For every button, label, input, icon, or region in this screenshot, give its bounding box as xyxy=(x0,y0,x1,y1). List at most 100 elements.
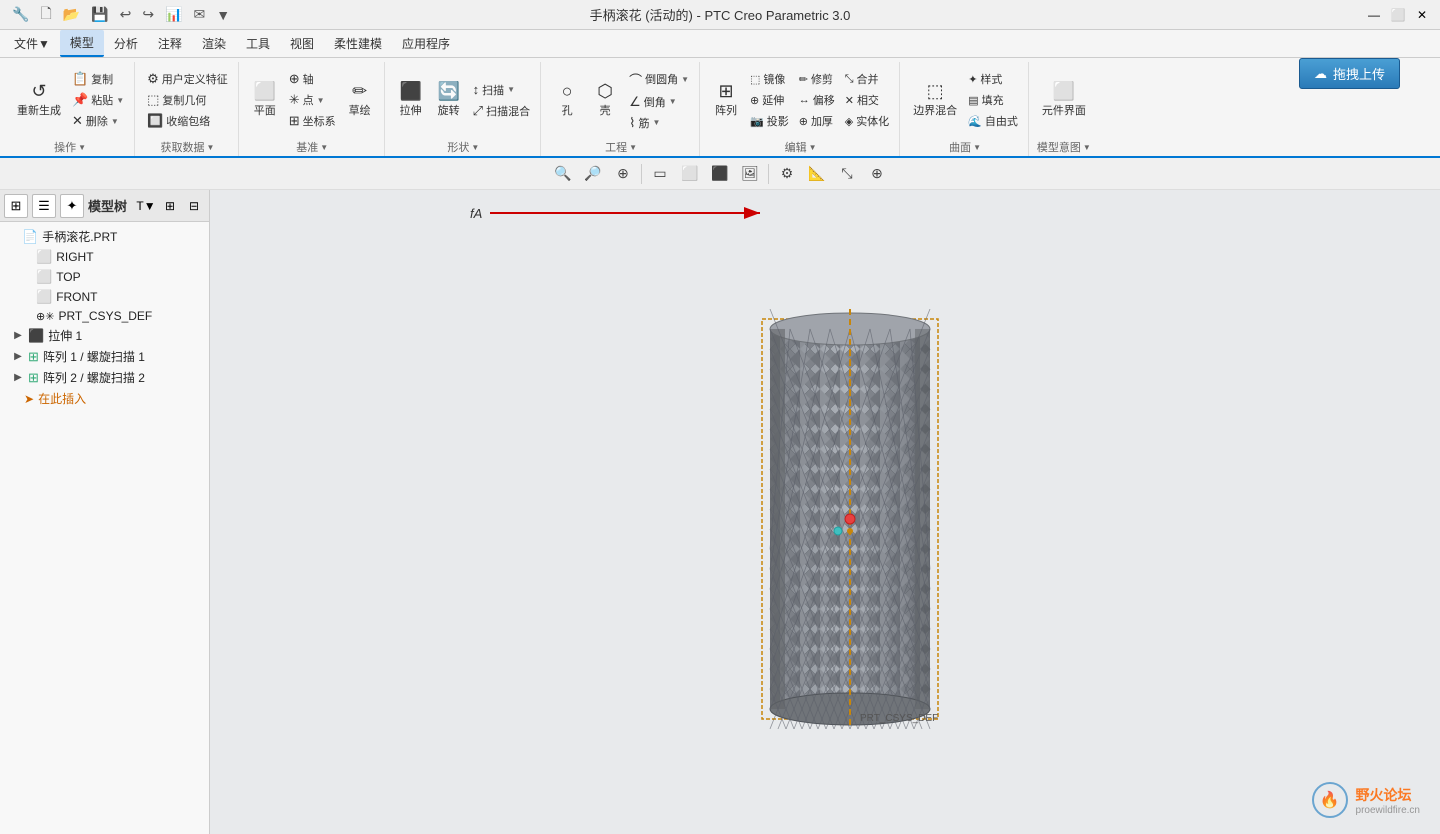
btn-boundary-blend[interactable]: ⬚ 边界混合 xyxy=(908,79,962,121)
btn-paste[interactable]: 📌粘贴▼ xyxy=(68,90,128,110)
new-btn[interactable]: 🗋 xyxy=(36,1,55,29)
panel-view-btn[interactable]: ⊞ xyxy=(159,195,181,217)
close-btn[interactable]: ✕ xyxy=(1412,5,1432,25)
minimize-btn[interactable]: — xyxy=(1364,5,1384,25)
tree-expand-pattern1[interactable]: ▶ xyxy=(12,351,24,362)
tree-item-csys[interactable]: ⊕✳ PRT_CSYS_DEF xyxy=(0,307,209,325)
btn-view-wire[interactable]: 🖼 xyxy=(736,162,764,186)
tree-item-extrude1[interactable]: ▶ ⬛ 拉伸 1 xyxy=(0,325,209,346)
btn-pattern[interactable]: ⊞ 阵列 xyxy=(708,79,744,121)
panel-tab-grid[interactable]: ⊞ xyxy=(4,194,28,218)
btn-sweep-blend[interactable]: ⤢扫描混合 xyxy=(469,101,534,121)
copy-geo-icon: ⬚ xyxy=(147,92,159,108)
btn-view-shade[interactable]: ⬛ xyxy=(706,162,734,186)
btn-extend[interactable]: ⊕延伸 xyxy=(746,90,793,110)
btn-axis[interactable]: ⊕轴 xyxy=(285,69,340,89)
btn-hole[interactable]: ○ 孔 xyxy=(549,79,585,121)
maximize-btn[interactable]: ⬜ xyxy=(1388,5,1408,25)
hole-icon: ○ xyxy=(562,82,573,100)
ribbon-group-getdata-content: ⚙用户定义特征 ⬚复制几何 🔲收缩包络 xyxy=(143,62,232,138)
menu-bar: 文件▼ 模型 分析 注释 渲染 工具 视图 柔性建模 应用程序 xyxy=(0,30,1440,58)
window-controls: — ⬜ ✕ xyxy=(1364,5,1432,25)
tree-item-pattern2[interactable]: ▶ ⊞ 阵列 2 / 螺旋扫描 2 xyxy=(0,367,209,388)
btn-extrude[interactable]: ⬛ 拉伸 xyxy=(393,79,429,121)
btn-user-feature[interactable]: ⚙用户定义特征 xyxy=(143,69,232,89)
btn-view-named[interactable]: ▭ xyxy=(646,162,674,186)
btn-offset[interactable]: ↔偏移 xyxy=(795,90,839,110)
btn-style[interactable]: ✦样式 xyxy=(964,69,1022,89)
menu-file[interactable]: 文件▼ xyxy=(4,31,60,56)
btn-regenerate[interactable]: ↺ 重新生成 xyxy=(12,79,66,121)
btn-zoom-out[interactable]: 🔎 xyxy=(579,162,607,186)
watermark-logo: 🔥 xyxy=(1312,782,1348,818)
qa-icon3[interactable]: ▼ xyxy=(212,5,234,25)
btn-chamfer[interactable]: ∠倒角▼ xyxy=(625,92,693,112)
menu-view[interactable]: 视图 xyxy=(280,31,324,56)
qa-icon1[interactable]: 📊 xyxy=(161,4,186,25)
btn-view-front[interactable]: ⬜ xyxy=(676,162,704,186)
btn-sweep[interactable]: ↕扫描▼ xyxy=(469,80,534,100)
btn-merge[interactable]: ⤡合并 xyxy=(841,69,893,89)
upload-button[interactable]: ☁ 拖拽上传 xyxy=(1299,58,1400,89)
btn-intersect[interactable]: ✕相交 xyxy=(841,90,893,110)
btn-zoom-fit[interactable]: ⊕ xyxy=(609,162,637,186)
upload-label: 拖拽上传 xyxy=(1333,64,1385,83)
btn-mirror[interactable]: ⬚镜像 xyxy=(746,69,793,89)
ribbon-group-getdata: ⚙用户定义特征 ⬚复制几何 🔲收缩包络 获取数据▼ xyxy=(137,62,239,156)
tree-expand-pattern2[interactable]: ▶ xyxy=(12,372,24,383)
btn-copy[interactable]: 📋复制 xyxy=(68,69,128,89)
panel-tab-star[interactable]: ✦ xyxy=(60,194,84,218)
btn-thicken[interactable]: ⊕加厚 xyxy=(795,111,839,131)
menu-analysis[interactable]: 分析 xyxy=(104,31,148,56)
tree-item-right[interactable]: ⬜ RIGHT xyxy=(0,247,209,267)
tree-expand-extrude1[interactable]: ▶ xyxy=(12,330,24,341)
extrude-icon: ⬛ xyxy=(399,82,421,100)
btn-fill[interactable]: ▤填充 xyxy=(964,90,1022,110)
menu-annotation[interactable]: 注释 xyxy=(148,31,192,56)
btn-point[interactable]: ✳点▼ xyxy=(285,90,340,110)
btn-zoom-in[interactable]: 🔍 xyxy=(549,162,577,186)
btn-rib[interactable]: ⌇筋▼ xyxy=(625,113,693,133)
tree-item-pattern1[interactable]: ▶ ⊞ 阵列 1 / 螺旋扫描 1 xyxy=(0,346,209,367)
watermark-line1: 野火论坛 xyxy=(1356,785,1420,805)
viewport-canvas[interactable]: fA xyxy=(210,190,1440,834)
btn-shrinkwrap[interactable]: 🔲收缩包络 xyxy=(143,111,232,131)
btn-csys[interactable]: ⊞坐标系 xyxy=(285,111,340,131)
btn-plane[interactable]: ⬜ 平面 xyxy=(247,79,283,121)
btn-view-settings[interactable]: ⚙ xyxy=(773,162,801,186)
menu-model[interactable]: 模型 xyxy=(60,30,104,57)
revolve-icon: 🔄 xyxy=(437,82,459,100)
btn-trim[interactable]: ✏修剪 xyxy=(795,69,839,89)
btn-project[interactable]: 📷投影 xyxy=(746,111,793,131)
btn-round[interactable]: ⌒倒圆角▼ xyxy=(625,68,693,91)
btn-solidify[interactable]: ◈实体化 xyxy=(841,111,893,131)
btn-revolve[interactable]: 🔄 旋转 xyxy=(431,79,467,121)
btn-view-expand[interactable]: ⤡ xyxy=(833,162,861,186)
btn-sketch[interactable]: ✏ 草绘 xyxy=(342,79,378,121)
menu-tools[interactable]: 工具 xyxy=(236,31,280,56)
save-btn[interactable]: 💾 xyxy=(87,4,112,25)
panel-expand-btn[interactable]: ⊟ xyxy=(183,195,205,217)
menu-render[interactable]: 渲染 xyxy=(192,31,236,56)
tree-item-root[interactable]: 📄 手柄滚花.PRT xyxy=(0,226,209,247)
btn-freestyle[interactable]: 🌊自由式 xyxy=(964,111,1022,131)
btn-view-center[interactable]: ⊕ xyxy=(863,162,891,186)
btn-copy-geo[interactable]: ⬚复制几何 xyxy=(143,90,232,110)
btn-delete[interactable]: ✕删除▼ xyxy=(68,111,128,131)
redo-btn[interactable]: ↪ xyxy=(138,4,158,25)
tree-item-front[interactable]: ⬜ FRONT xyxy=(0,287,209,307)
panel-tab-list[interactable]: ☰ xyxy=(32,194,56,218)
btn-shell[interactable]: ⬡ 壳 xyxy=(587,79,623,121)
tree-insert-marker[interactable]: ➤ 在此插入 xyxy=(0,388,209,409)
open-btn[interactable]: 📂 xyxy=(59,4,84,25)
btn-view-angle[interactable]: 📐 xyxy=(803,162,831,186)
menu-apps[interactable]: 应用程序 xyxy=(392,31,460,56)
undo-btn[interactable]: ↩ xyxy=(116,4,136,25)
tree-item-top[interactable]: ⬜ TOP xyxy=(0,267,209,287)
menu-flex[interactable]: 柔性建模 xyxy=(324,31,392,56)
ribbon-col-edit3: ✏修剪 ↔偏移 ⊕加厚 xyxy=(795,69,839,131)
qa-icon2[interactable]: ✉ xyxy=(189,4,209,25)
ribbon-group-surface-label: 曲面▼ xyxy=(908,138,1022,156)
panel-filter-btn[interactable]: T▼ xyxy=(135,195,157,217)
btn-component-interface[interactable]: ⬜ 元件界面 xyxy=(1037,79,1091,121)
